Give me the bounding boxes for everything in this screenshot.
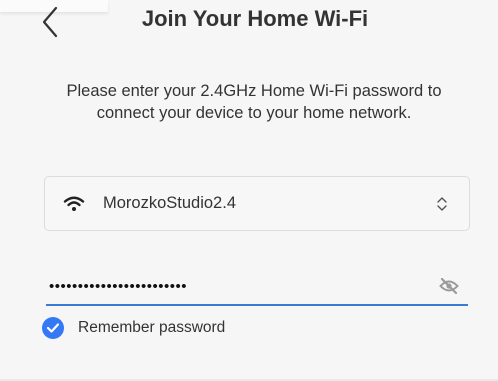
chevron-up-down-icon (431, 193, 453, 215)
password-field[interactable] (46, 268, 468, 306)
remember-label: Remember password (78, 319, 226, 336)
network-select[interactable]: MorozkoStudio2.4 (44, 176, 470, 231)
remember-checkbox[interactable] (42, 317, 64, 339)
network-name: MorozkoStudio2.4 (103, 194, 236, 212)
instructions-text: Please enter your 2.4GHz Home Wi-Fi pass… (66, 82, 442, 122)
wifi-icon (63, 195, 85, 213)
eye-off-icon[interactable] (434, 271, 464, 301)
checkmark-icon (46, 323, 60, 333)
remember-password-option[interactable]: Remember password (42, 316, 225, 340)
page-title: Join Your Home Wi-Fi (141, 6, 369, 31)
password-input[interactable] (46, 271, 434, 301)
